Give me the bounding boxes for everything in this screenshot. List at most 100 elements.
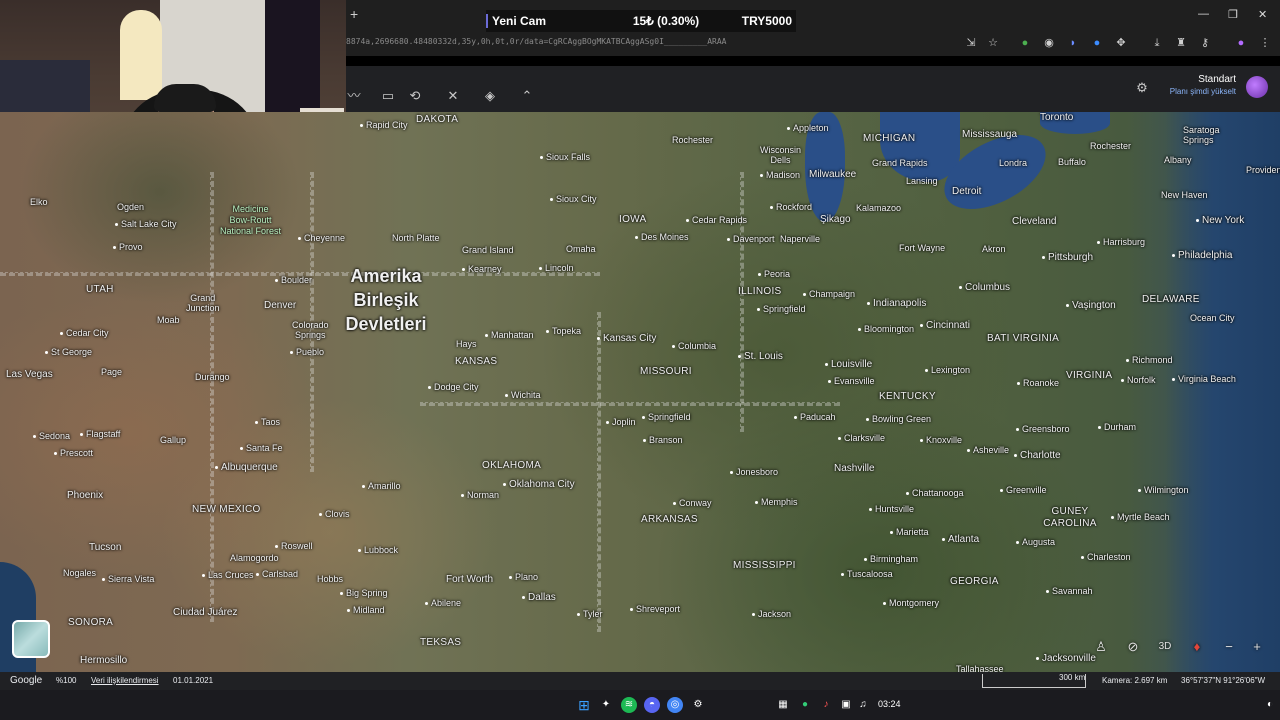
- city-label: Grand Island: [462, 245, 514, 255]
- ruler-icon[interactable]: ▭: [380, 88, 396, 104]
- city-label: Jonesboro: [730, 467, 778, 477]
- city-label: Lexington: [925, 365, 970, 375]
- city-label: Dallas: [522, 592, 556, 603]
- 3d-toggle-button[interactable]: 3D: [1154, 636, 1176, 658]
- city-label: Saratoga Springs: [1183, 125, 1220, 145]
- url-text[interactable]: 8874a,2696680.48480332d,35y,0h,0t,0r/dat…: [346, 37, 727, 46]
- city-label: Wisconsin Dells: [760, 145, 802, 165]
- city-label: Rapid City: [360, 120, 408, 130]
- close-window-button[interactable]: ✕: [1258, 8, 1267, 21]
- upgrade-plan-link[interactable]: Planı şimdi yükselt: [1170, 87, 1236, 96]
- city-label: Detroit: [952, 186, 982, 197]
- state-label: KENTUCKY: [879, 391, 936, 402]
- download-icon[interactable]: ⤓: [1150, 36, 1164, 50]
- state-label: UTAH: [86, 284, 114, 295]
- city-label: Joplin: [606, 417, 636, 427]
- city-label: Roanoke: [1017, 378, 1059, 388]
- collapse-chevron-icon[interactable]: ⌃: [519, 88, 535, 104]
- city-label: Harrisburg: [1097, 237, 1145, 247]
- network-icon[interactable]: ▣: [838, 697, 854, 713]
- city-label: Ciudad Juárez: [173, 607, 238, 618]
- compass-icon[interactable]: ♦: [1186, 636, 1208, 658]
- city-label: Augusta: [1016, 537, 1055, 547]
- city-label: Jacksonville: [1036, 653, 1096, 664]
- key-icon[interactable]: ⚷: [1198, 36, 1212, 50]
- city-label: Cleveland: [1012, 216, 1057, 227]
- city-label: Marietta: [890, 527, 929, 537]
- avatar[interactable]: [1246, 76, 1268, 98]
- city-label: Taos: [255, 417, 280, 427]
- app-icon[interactable]: ✦: [598, 697, 614, 713]
- map-layer-thumbnail[interactable]: [12, 620, 50, 658]
- city-label: Hermosillo: [80, 655, 128, 666]
- profile-icon[interactable]: ●: [1234, 36, 1248, 50]
- extension-icon[interactable]: ◗: [1066, 36, 1080, 50]
- city-label: Amarillo: [362, 481, 401, 491]
- taskbar-clock[interactable]: 03:24: [878, 699, 901, 709]
- windows-start-icon[interactable]: ⊞: [576, 697, 592, 713]
- address-bar[interactable]: 8874a,2696680.48480332d,35y,0h,0t,0r/dat…: [346, 32, 1280, 56]
- extension-icon[interactable]: ◉: [1042, 36, 1056, 50]
- hide-labels-icon[interactable]: ⊘: [1122, 636, 1144, 658]
- city-label: Richmond: [1126, 355, 1173, 365]
- tray-app-icon[interactable]: ●: [797, 697, 813, 713]
- city-label: Phoenix: [67, 490, 104, 501]
- city-label: Gallup: [160, 435, 187, 445]
- city-label: Asheville: [967, 445, 1009, 455]
- city-label: Plano: [509, 572, 538, 582]
- satellite-icon[interactable]: ✕: [445, 88, 461, 104]
- state-label: MICHIGAN: [863, 133, 916, 144]
- path-icon[interactable]: 〰: [346, 88, 362, 104]
- city-label: Rochester: [1090, 141, 1132, 151]
- city-label: Paducah: [794, 412, 836, 422]
- chrome-icon[interactable]: ◎: [667, 697, 683, 713]
- bookmark-star-icon[interactable]: ☆: [986, 36, 1000, 50]
- discord-icon[interactable]: ◓: [644, 697, 660, 713]
- zoom-out-button[interactable]: −: [1218, 636, 1240, 658]
- street-view-pegman-icon[interactable]: ♙: [1090, 636, 1112, 658]
- city-label: Kansas City: [597, 333, 656, 344]
- country-label: Amerika Birleşik Devletleri: [345, 266, 427, 334]
- city-label: Abilene: [425, 598, 461, 608]
- earth-toolbar: 〰 ▭ ⟲ ✕ ◈ ⌃ ⚙ Standart Planı şimdi yükse…: [346, 66, 1280, 112]
- city-label: Des Moines: [635, 232, 689, 242]
- settings-gear-icon[interactable]: ⚙: [1134, 80, 1150, 96]
- install-app-icon[interactable]: ⇲: [964, 36, 978, 50]
- tray-grid-icon[interactable]: ▦: [775, 697, 791, 713]
- national-forest-label: Medicine Bow-Routt National Forest: [220, 204, 282, 236]
- volume-icon[interactable]: ♫: [855, 697, 871, 713]
- zoom-in-button[interactable]: +: [1246, 636, 1268, 658]
- earth-map[interactable]: Amerika Birleşik Devletleri DAKOTA IOWA …: [0, 112, 1280, 672]
- city-label: Page: [101, 367, 123, 377]
- minimize-button[interactable]: —: [1198, 8, 1209, 20]
- history-icon[interactable]: ⟲: [407, 88, 423, 104]
- new-tab-button[interactable]: +: [350, 6, 358, 22]
- extension-icon[interactable]: ●: [1090, 36, 1104, 50]
- notifications-icon[interactable]: ◐: [1262, 697, 1278, 713]
- city-label: Santa Fe: [240, 443, 283, 453]
- spotify-icon[interactable]: ≋: [621, 697, 637, 713]
- city-label: Kalamazoo: [856, 203, 902, 213]
- city-label: Milwaukee: [809, 169, 857, 180]
- state-label: MISSOURI: [640, 366, 692, 377]
- extension-icon[interactable]: ●: [1018, 36, 1032, 50]
- city-label: Las Cruces: [202, 570, 254, 580]
- extension-icon[interactable]: ♜: [1174, 36, 1188, 50]
- menu-icon[interactable]: ⋮: [1258, 36, 1272, 50]
- app-icon[interactable]: ⚙: [690, 697, 706, 713]
- state-label: ILLINOIS: [738, 286, 782, 297]
- data-attribution-link[interactable]: Veri ilişkilendirmesi: [91, 676, 159, 685]
- city-label: Philadelphia: [1172, 250, 1233, 261]
- city-label: Nogales: [63, 568, 97, 578]
- ticker-change: 15₺ (0.30%): [632, 14, 700, 28]
- layers-icon[interactable]: ◈: [482, 88, 498, 104]
- city-label: North Platte: [392, 233, 440, 243]
- extensions-puzzle-icon[interactable]: ✥: [1114, 36, 1128, 50]
- screen: + Yeni Cam 15₺ (0.30%) TRY5000 — ❐ ✕ 887…: [0, 0, 1280, 720]
- city-label: Ogden: [117, 202, 145, 212]
- city-label: Jackson: [752, 609, 791, 619]
- microphone-icon[interactable]: ♪: [818, 697, 834, 713]
- city-label: New Haven: [1161, 190, 1208, 200]
- restore-button[interactable]: ❐: [1228, 8, 1238, 21]
- city-label: Colorado Springs: [292, 320, 329, 340]
